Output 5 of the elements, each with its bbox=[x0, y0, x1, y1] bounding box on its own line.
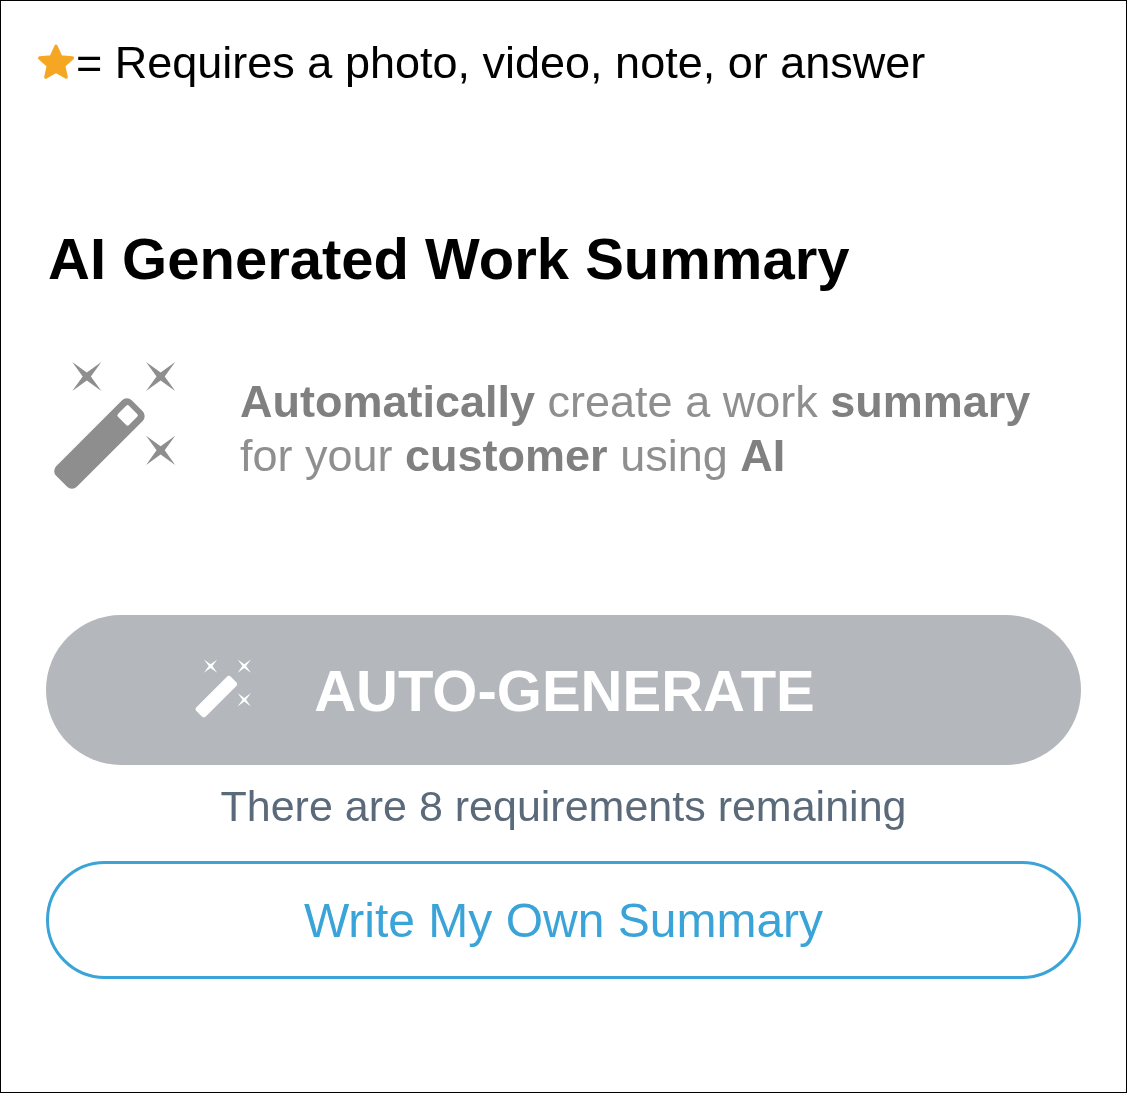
section-title: AI Generated Work Summary bbox=[48, 227, 851, 291]
write-summary-button[interactable]: Write My Own Summary bbox=[46, 861, 1081, 979]
legend-text: = Requires a photo, video, note, or answer bbox=[76, 39, 926, 87]
description: Automatically create a work summary for your customer using AI bbox=[240, 375, 1032, 483]
requirements-note: There are 8 requirements remaining bbox=[219, 783, 908, 829]
